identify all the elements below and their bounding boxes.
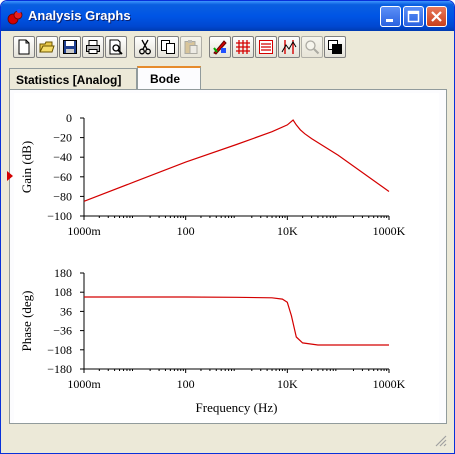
zoom-icon [305, 40, 320, 55]
phase-y-tick-label: −36 [53, 324, 72, 338]
phase-x-tick-label: 100 [177, 377, 195, 391]
gain-x-tick-label: 100 [177, 224, 195, 238]
new-button[interactable] [13, 36, 35, 58]
save-icon [63, 40, 77, 54]
window-title: Analysis Graphs [28, 8, 131, 23]
tab-label: Bode [150, 72, 180, 86]
phase-y-tick-label: −108 [47, 343, 72, 357]
gain-y-tick-label: −100 [47, 209, 72, 223]
phase-y-tick-label: 180 [54, 266, 72, 280]
gain-x-tick-label: 1000m [67, 224, 101, 238]
phase-x-tick-label: 1000m [67, 377, 101, 391]
status-bar [5, 429, 449, 449]
paste-button[interactable] [180, 36, 202, 58]
properties-icon [213, 40, 227, 55]
copy-button[interactable] [157, 36, 179, 58]
legend-button[interactable] [255, 36, 277, 58]
bode-graph-area[interactable]: 0 −20 −40 −60 −80 −100 1000m 100 10K 1000K Gain (d… [14, 93, 439, 423]
close-button[interactable] [426, 6, 447, 27]
new-document-icon [18, 39, 30, 55]
save-button[interactable] [59, 36, 81, 58]
tab-label: Statistics [Analog] [16, 73, 122, 87]
open-button[interactable] [36, 36, 58, 58]
app-icon [7, 9, 23, 25]
phase-y-tick-label: 108 [54, 285, 72, 299]
resize-grip-icon[interactable] [435, 435, 447, 447]
toolbar [13, 36, 363, 60]
tab-bode[interactable]: Bode [137, 66, 201, 90]
gain-y-tick-label: 0 [66, 111, 72, 125]
phase-y-tick-label: 36 [60, 304, 72, 318]
phase-x-tick-label: 1000K [373, 377, 406, 391]
gain-y-tick-label: −20 [53, 131, 72, 145]
phase-y-axis-label: Phase (deg) [19, 290, 34, 351]
properties-button[interactable] [209, 36, 231, 58]
grid-icon [236, 40, 250, 54]
tab-statistics-analog[interactable]: Statistics [Analog] [9, 68, 137, 90]
grid-button[interactable] [232, 36, 254, 58]
maximize-button[interactable] [403, 6, 424, 27]
selection-marker [7, 171, 13, 181]
cut-icon [139, 39, 151, 55]
gain-y-tick-label: −60 [53, 170, 72, 184]
paste-icon [184, 40, 198, 54]
gain-y-axis-label: Gain (dB) [19, 141, 34, 193]
cut-button[interactable] [134, 36, 156, 58]
print-icon [86, 40, 100, 54]
copy-icon [161, 40, 175, 54]
cursors-icon [281, 40, 297, 54]
open-folder-icon [39, 41, 55, 53]
print-button[interactable] [82, 36, 104, 58]
minimize-button[interactable] [380, 6, 401, 27]
gain-x-tick-label: 10K [277, 224, 298, 238]
reverse-colors-button[interactable] [324, 36, 346, 58]
gain-series-line [83, 119, 390, 202]
tab-strip: Statistics [Analog] Bode [9, 66, 449, 90]
title-bar[interactable]: Analysis Graphs [1, 1, 454, 31]
cursors-button[interactable] [278, 36, 300, 58]
phase-x-axis-label: Frequency (Hz) [196, 400, 278, 415]
minimize-icon [386, 19, 393, 22]
gain-y-tick-label: −80 [53, 189, 72, 203]
reverse-colors-icon [328, 40, 342, 54]
bode-plots: 0−20−40−60−80−1001000m 100 10K 1000KGain (d… [19, 111, 406, 415]
phase-series-line [84, 296, 389, 346]
legend-icon [259, 40, 273, 54]
gain-y-tick-label: −40 [53, 150, 72, 164]
gain-x-tick-label: 1000K [373, 224, 406, 238]
analysis-graphs-window: Analysis Graphs Statistics [Analog] Bode… [0, 0, 455, 454]
maximize-icon [407, 10, 420, 23]
print-preview-icon [109, 39, 123, 55]
phase-x-tick-label: 10K [277, 377, 298, 391]
phase-y-tick-label: −180 [47, 362, 72, 376]
close-icon [431, 11, 442, 22]
zoom-button[interactable] [301, 36, 323, 58]
print-preview-button[interactable] [105, 36, 127, 58]
